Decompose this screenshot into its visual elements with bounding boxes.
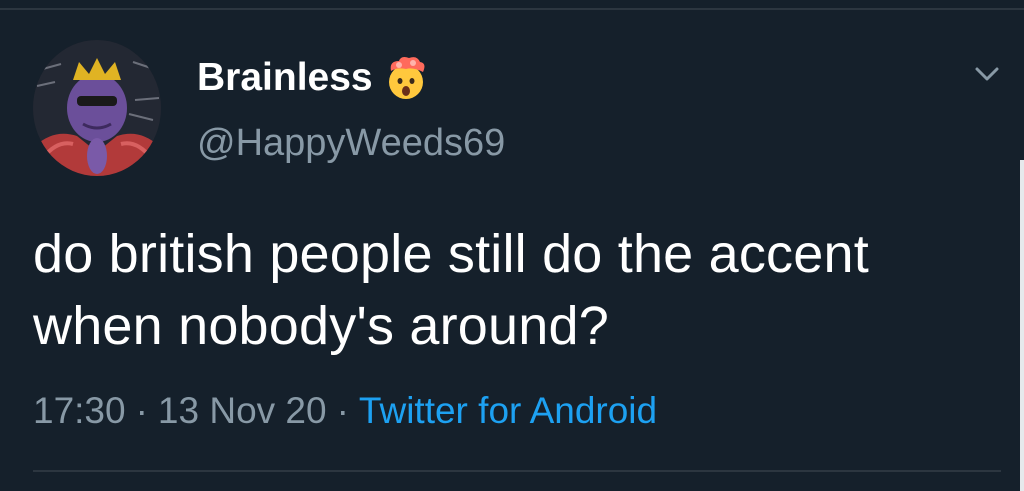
tweet-time[interactable]: 17:30 — [33, 390, 126, 431]
separator-dot: · — [135, 390, 148, 431]
exploding-head-emoji-icon — [383, 55, 429, 101]
bottom-divider — [33, 470, 1001, 472]
scrollbar-edge — [1020, 160, 1024, 491]
user-handle[interactable]: @HappyWeeds69 — [197, 120, 505, 166]
display-name[interactable]: Brainless — [197, 54, 429, 102]
tweet-metadata: 17:30 · 13 Nov 20 · Twitter for Android — [33, 388, 657, 434]
tweet-text: do british people still do the accent wh… — [33, 224, 869, 356]
tweet-source-link[interactable]: Twitter for Android — [359, 390, 657, 431]
chevron-down-icon[interactable] — [972, 62, 1002, 86]
display-name-text: Brainless — [197, 56, 373, 99]
tweet-date[interactable]: 13 Nov 20 — [158, 390, 327, 431]
profile-avatar[interactable] — [33, 40, 161, 176]
top-divider — [0, 8, 1024, 10]
separator-dot: · — [336, 390, 349, 431]
avatar-image — [33, 40, 161, 176]
